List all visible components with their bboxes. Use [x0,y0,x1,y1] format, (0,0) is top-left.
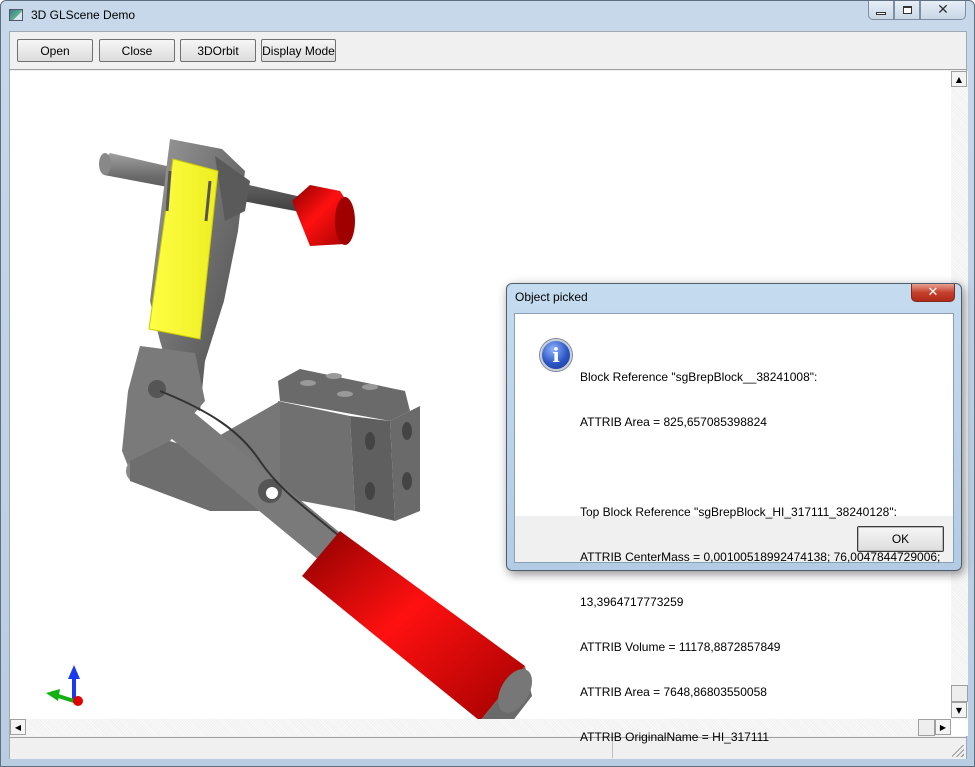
scroll-down-button[interactable]: ▼ [951,702,967,718]
vertical-scroll-thumb[interactable] [951,685,968,702]
arrow-down-icon: ▼ [955,705,963,715]
message-line: Block Reference "sgBrepBlock__38241008": [580,370,818,384]
caption-buttons: ✕ [868,1,966,20]
maximize-button[interactable] [894,1,920,20]
window-title: 3D GLScene Demo [31,8,136,22]
minimize-button[interactable] [868,1,894,20]
message-line: ATTRIB OriginalName = HI_317111 [580,730,770,744]
info-icon: i [540,339,572,371]
status-panel-1 [12,740,610,758]
dialog-message: Block Reference "sgBrepBlock__38241008":… [580,340,940,767]
toolbar: Open Close 3DOrbit Display Mode [10,32,966,70]
object-picked-dialog: Object picked ✕ i Block Reference "sgBre… [506,283,962,744]
dialog-body: i Block Reference "sgBrepBlock__38241008… [514,313,954,744]
message-line [580,460,940,475]
resize-grip-icon[interactable] [952,745,964,757]
scroll-left-button[interactable]: ◀ [10,719,26,735]
scroll-up-button[interactable]: ▲ [951,71,967,87]
close-icon: ✕ [937,2,949,18]
scroll-corner [951,719,968,736]
red-handle-part[interactable] [302,531,539,719]
maximize-icon [902,6,912,14]
3dorbit-button[interactable]: 3DOrbit [180,39,256,62]
ok-button[interactable]: OK [857,526,944,552]
app-icon [9,9,23,21]
arrow-left-icon: ◀ [14,722,22,732]
message-line: Top Block Reference "sgBrepBlock_HI_3171… [580,505,897,519]
dialog-title: Object picked [515,290,588,304]
message-line: ATTRIB Volume = 11178,8872857849 [580,640,781,654]
minimize-icon [876,11,886,15]
x-axis-icon [73,696,83,706]
close-window-button[interactable]: ✕ [920,1,966,20]
title-bar[interactable]: 3D GLScene Demo ✕ [1,1,974,30]
message-line: ATTRIB CenterMass = 0,00100518992474138;… [580,550,941,564]
arrow-right-icon: ▶ [939,722,947,732]
close-button[interactable]: Close [99,39,175,62]
axes-gizmo [46,665,83,706]
arrow-up-icon: ▲ [955,74,963,84]
message-line: ATTRIB Area = 7648,86803550058 [580,685,767,699]
red-cap-part[interactable] [292,185,355,246]
dialog-close-button[interactable]: ✕ [911,284,955,302]
dialog-content: i Block Reference "sgBrepBlock__38241008… [515,314,953,744]
open-button[interactable]: Open [17,39,93,62]
display-mode-button[interactable]: Display Mode [261,39,336,62]
message-line: 13,3964717773259 [580,595,684,609]
close-icon: ✕ [927,285,939,300]
message-line: ATTRIB Area = 825,657085398824 [580,415,767,429]
